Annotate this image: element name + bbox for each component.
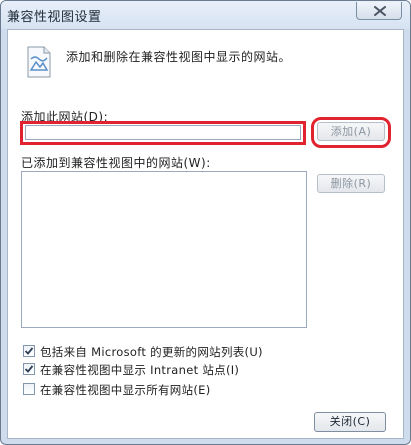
close-button[interactable]: 关闭(C) xyxy=(314,412,386,432)
title-bar: 兼容性视图设置 xyxy=(1,1,410,29)
compatibility-view-dialog: 兼容性视图设置 添加和删除在兼容性视图中显示的网站。 添加此网站(D): 添加(… xyxy=(0,0,411,445)
option-label: 在兼容性视图中显示所有网站(E) xyxy=(40,383,211,397)
checkbox[interactable] xyxy=(23,363,35,375)
add-button[interactable]: 添加(A) xyxy=(317,122,385,141)
dialog-content: 添加和删除在兼容性视图中显示的网站。 添加此网站(D): 添加(A) 已添加到兼… xyxy=(7,29,404,439)
checkbox[interactable] xyxy=(23,345,35,357)
close-window-button[interactable] xyxy=(356,2,402,20)
added-sites-list[interactable] xyxy=(21,171,307,328)
checkmark-icon xyxy=(24,365,34,373)
globe-page-icon xyxy=(27,46,51,78)
window-title: 兼容性视图设置 xyxy=(7,10,102,25)
add-site-label: 添加此网站(D): xyxy=(21,110,109,124)
remove-button[interactable]: 删除(R) xyxy=(317,174,385,193)
option-label: 包括来自 Microsoft 的更新的网站列表(U) xyxy=(40,345,263,359)
add-site-input[interactable] xyxy=(25,125,301,140)
close-icon xyxy=(374,6,386,16)
dialog-description: 添加和删除在兼容性视图中显示的网站。 xyxy=(66,50,292,64)
option-label: 在兼容性视图中显示 Intranet 站点(I) xyxy=(40,363,240,377)
checkmark-icon xyxy=(24,347,34,355)
checkbox[interactable] xyxy=(23,383,35,395)
added-sites-label: 已添加到兼容性视图中的网站(W): xyxy=(21,156,211,170)
